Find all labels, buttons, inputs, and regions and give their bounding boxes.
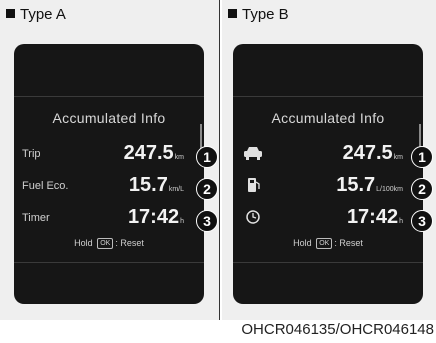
callout-1: 1 — [411, 146, 433, 168]
timer-row: 17:42h — [233, 206, 423, 228]
timer-value: 17:42h — [128, 206, 184, 233]
fuel-economy-value: 15.7km/L — [129, 174, 184, 201]
trip-unit: km — [393, 154, 403, 161]
figure: Type A Type B Accumulated Info Trip 247.… — [0, 0, 436, 343]
fuel-economy-label: Fuel Eco. — [22, 180, 69, 192]
trip-value: 247.5km — [343, 142, 403, 169]
ok-button-icon: OK — [316, 238, 333, 249]
type-b-cluster-screen: Accumulated Info 247.5km 15.7L/100km 17:… — [233, 44, 423, 304]
bullet-square-icon — [6, 9, 15, 18]
callout-3: 3 — [411, 210, 433, 232]
fuel-economy-unit: L/100km — [376, 186, 403, 193]
clock-icon — [246, 210, 260, 224]
timer-unit: h — [180, 218, 184, 225]
trip-row: 247.5km — [233, 142, 423, 164]
timer-label: Timer — [22, 212, 50, 224]
reset-text: : Reset — [334, 238, 363, 248]
figure-caption: OHCR046135/OHCR046148 — [241, 321, 434, 338]
type-a-cluster-screen: Accumulated Info Trip 247.5km Fuel Eco. … — [14, 44, 204, 304]
trip-value-number: 247.5 — [123, 142, 174, 164]
divider — [14, 262, 204, 263]
timer-number: 17:42 — [127, 206, 180, 228]
fuel-pump-icon — [248, 178, 260, 192]
fuel-economy-number: 15.7 — [336, 174, 376, 196]
divider — [233, 96, 423, 97]
car-icon — [244, 147, 262, 160]
type-a-label: Type A — [6, 6, 66, 23]
hold-reset-hint: Hold OK: Reset — [233, 238, 423, 249]
hold-reset-hint: Hold OK: Reset — [14, 238, 204, 249]
accumulated-info-title: Accumulated Info — [271, 110, 385, 126]
divider — [14, 96, 204, 97]
trip-row: Trip 247.5km — [14, 142, 204, 164]
type-b-label-text: Type B — [242, 6, 289, 23]
hold-text: Hold — [293, 238, 312, 248]
callout-2: 2 — [196, 178, 218, 200]
timer-unit: h — [399, 218, 403, 225]
timer-number: 17:42 — [346, 206, 399, 228]
fuel-economy-row: 15.7L/100km — [233, 174, 423, 196]
trip-label: Trip — [22, 148, 41, 160]
callout-3: 3 — [196, 210, 218, 232]
fuel-economy-value: 15.7L/100km — [336, 174, 403, 201]
hold-text: Hold — [74, 238, 93, 248]
bullet-square-icon — [228, 9, 237, 18]
timer-row: Timer 17:42h — [14, 206, 204, 228]
accumulated-info-title: Accumulated Info — [52, 110, 166, 126]
ok-button-icon: OK — [97, 238, 114, 249]
trip-unit: km — [174, 154, 184, 161]
fuel-economy-number: 15.7 — [128, 174, 168, 196]
reset-text: : Reset — [115, 238, 144, 248]
trip-value: 247.5km — [124, 142, 184, 169]
trip-value-number: 247.5 — [342, 142, 393, 164]
callout-2: 2 — [411, 178, 433, 200]
divider — [233, 262, 423, 263]
timer-value: 17:42h — [347, 206, 403, 233]
panel-divider — [219, 0, 220, 320]
fuel-economy-unit: km/L — [168, 186, 184, 193]
type-b-label: Type B — [228, 6, 289, 23]
type-a-label-text: Type A — [20, 6, 66, 23]
callout-1: 1 — [196, 146, 218, 168]
fuel-economy-row: Fuel Eco. 15.7km/L — [14, 174, 204, 196]
